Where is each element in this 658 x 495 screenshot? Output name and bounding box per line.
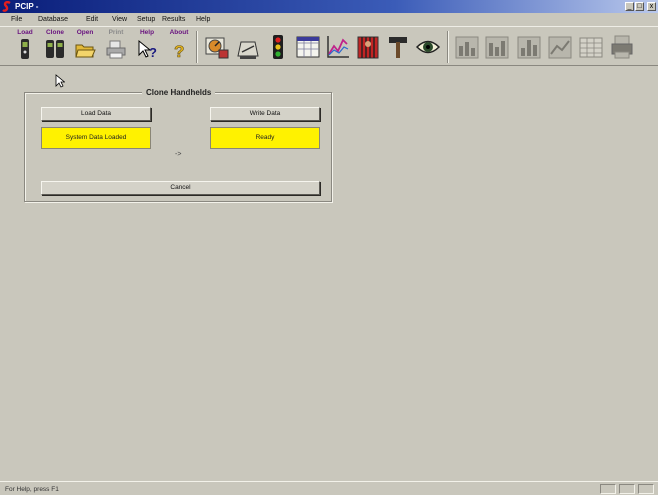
about-button[interactable]: About ? xyxy=(166,28,192,65)
bar-chart-icon[interactable] xyxy=(485,34,509,60)
app-logo-icon xyxy=(2,1,11,12)
toolbar-separator xyxy=(447,31,449,63)
line-chart-icon[interactable] xyxy=(326,34,350,60)
arrow-label: -> xyxy=(175,151,182,158)
app-window: PCIP - _ □ x File Database Edit View Set… xyxy=(0,0,658,495)
open-button[interactable]: Open xyxy=(72,28,98,65)
clone-handhelds-icon xyxy=(46,40,64,58)
handheld-icon xyxy=(21,39,29,59)
open-folder-icon xyxy=(75,44,96,58)
maximize-button[interactable]: □ xyxy=(635,2,644,11)
title-bar[interactable]: PCIP - _ □ x xyxy=(0,0,658,13)
write-data-button[interactable]: Write Data xyxy=(210,107,320,121)
content-area: Clone Handhelds Load Data Write Data Sys… xyxy=(0,67,658,480)
calibration-icon[interactable] xyxy=(205,34,229,60)
printer-chart-icon[interactable] xyxy=(610,34,634,60)
load-label: Load xyxy=(17,29,33,36)
menu-help[interactable]: Help xyxy=(196,15,210,24)
traffic-light-icon[interactable] xyxy=(266,34,290,60)
load-status-box: System Data Loaded xyxy=(41,127,151,149)
jail-icon[interactable] xyxy=(356,34,380,60)
bar-chart-icon[interactable] xyxy=(455,34,479,60)
eye-icon[interactable] xyxy=(416,34,440,60)
bar-chart-icon[interactable] xyxy=(517,34,541,60)
status-cell xyxy=(600,484,616,494)
printer-icon xyxy=(106,40,126,59)
panel-title: Clone Handhelds xyxy=(142,87,216,98)
status-bar: For Help, press F1 xyxy=(0,481,658,495)
about-label: About xyxy=(169,29,189,36)
open-label: Open xyxy=(76,29,94,36)
help-pointer-icon: ? xyxy=(138,39,157,60)
status-cell xyxy=(638,484,654,494)
load-data-button[interactable]: Load Data xyxy=(41,107,151,121)
status-text: For Help, press F1 xyxy=(5,486,59,493)
menu-results[interactable]: Results xyxy=(162,15,185,24)
menu-bar: File Database Edit View Setup Results He… xyxy=(0,13,658,26)
help-button[interactable]: Help ? xyxy=(134,28,160,65)
clone-handhelds-panel: Clone Handhelds Load Data Write Data Sys… xyxy=(24,87,332,202)
hammer-icon[interactable] xyxy=(386,34,410,60)
scale-icon[interactable] xyxy=(236,34,260,60)
help-label: Help xyxy=(139,29,155,36)
table-chart-icon[interactable] xyxy=(579,34,603,60)
grid-chart-icon[interactable] xyxy=(296,34,320,60)
print-button[interactable]: Print xyxy=(103,28,129,65)
close-button[interactable]: x xyxy=(647,2,656,11)
clone-button[interactable]: Clone xyxy=(42,28,68,65)
menu-database[interactable]: Database xyxy=(38,15,68,24)
svg-text:?: ? xyxy=(174,42,184,60)
clone-label: Clone xyxy=(45,29,65,36)
menu-view[interactable]: View xyxy=(112,15,127,24)
write-status-box: Ready xyxy=(210,127,320,149)
svg-text:?: ? xyxy=(149,45,157,60)
mouse-pointer-icon xyxy=(55,74,65,88)
menu-file[interactable]: File xyxy=(11,15,22,24)
print-label: Print xyxy=(108,29,124,36)
load-button[interactable]: Load xyxy=(12,28,38,65)
about-question-icon: ? xyxy=(174,42,185,60)
minimize-button[interactable]: _ xyxy=(625,2,634,11)
bar-chart-icon[interactable] xyxy=(548,34,572,60)
toolbar-separator xyxy=(196,31,198,63)
cancel-button[interactable]: Cancel xyxy=(41,181,320,195)
toolbar: Load Clone Open Print Help ? About ? xyxy=(0,26,658,66)
window-title: PCIP - xyxy=(15,2,39,11)
menu-setup[interactable]: Setup xyxy=(137,15,155,24)
status-cell xyxy=(619,484,635,494)
menu-edit[interactable]: Edit xyxy=(86,15,98,24)
